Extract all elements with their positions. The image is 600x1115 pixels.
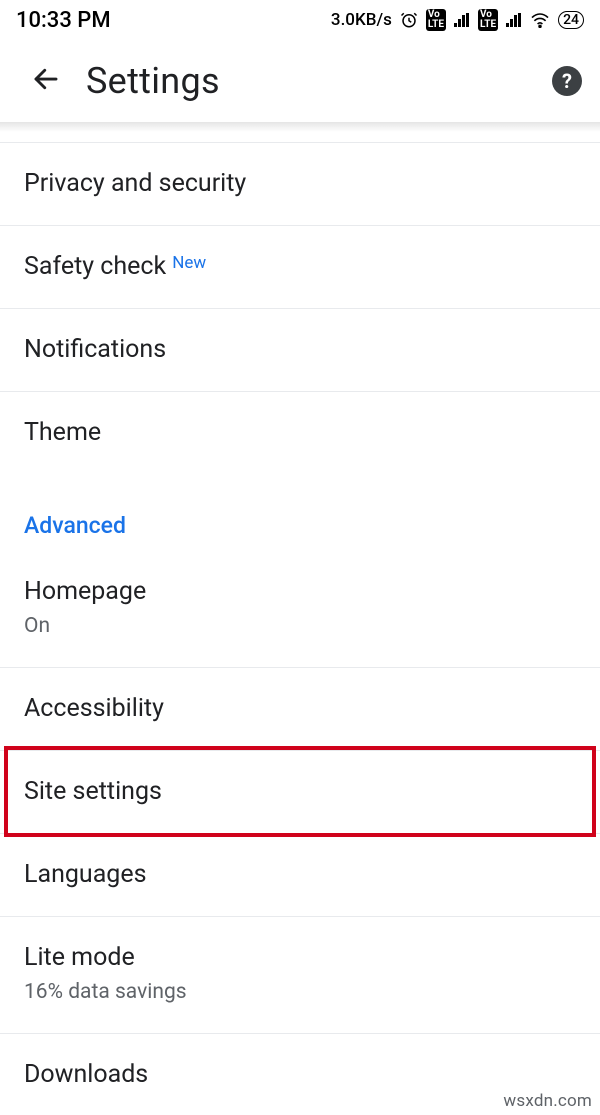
item-label: Downloads <box>24 1060 576 1090</box>
status-bar: 10:33 PM 3.0KB/s VoLTE VoLTE 24 <box>0 0 600 40</box>
item-notifications[interactable]: Notifications <box>0 308 600 391</box>
item-accessibility[interactable]: Accessibility <box>0 667 600 750</box>
page-title: Settings <box>86 60 552 102</box>
item-label: Safety check <box>24 252 166 282</box>
item-label: Languages <box>24 860 576 890</box>
section-advanced: Advanced <box>0 474 600 551</box>
item-sub: On <box>24 611 576 641</box>
settings-list: Privacy and security Safety check New No… <box>0 142 600 1115</box>
appbar-shadow <box>0 122 600 132</box>
item-sub: 16% data savings <box>24 977 576 1007</box>
signal-icon-2 <box>506 13 522 27</box>
item-homepage[interactable]: Homepage On <box>0 551 600 667</box>
help-button[interactable]: ? <box>552 66 582 96</box>
help-icon: ? <box>562 69 572 93</box>
volte-icon-2: VoLTE <box>478 9 498 31</box>
item-theme[interactable]: Theme <box>0 391 600 474</box>
status-net-speed: 3.0KB/s <box>331 10 392 30</box>
signal-icon-1 <box>454 13 470 27</box>
watermark: wsxdn.com <box>503 1091 592 1111</box>
item-privacy-security[interactable]: Privacy and security <box>0 142 600 225</box>
status-time: 10:33 PM <box>16 8 111 33</box>
new-badge: New <box>172 248 206 278</box>
arrow-left-icon <box>31 64 61 98</box>
item-label: Privacy and security <box>24 169 576 199</box>
app-bar: Settings ? <box>0 40 600 122</box>
item-label: Theme <box>24 418 576 448</box>
item-label: Accessibility <box>24 694 576 724</box>
wifi-icon <box>530 12 550 28</box>
item-label: Notifications <box>24 335 576 365</box>
battery-icon: 24 <box>558 11 584 29</box>
volte-icon-1: VoLTE <box>426 9 446 31</box>
item-safety-check[interactable]: Safety check New <box>0 225 600 308</box>
item-label: Site settings <box>24 777 576 807</box>
item-label: Homepage <box>24 577 576 607</box>
status-right: 3.0KB/s VoLTE VoLTE 24 <box>331 9 584 31</box>
item-lite-mode[interactable]: Lite mode 16% data savings <box>0 916 600 1033</box>
item-label: Lite mode <box>24 943 576 973</box>
back-button[interactable] <box>24 59 68 103</box>
item-languages[interactable]: Languages <box>0 833 600 916</box>
alarm-icon <box>400 11 418 29</box>
item-site-settings[interactable]: Site settings <box>0 750 600 833</box>
